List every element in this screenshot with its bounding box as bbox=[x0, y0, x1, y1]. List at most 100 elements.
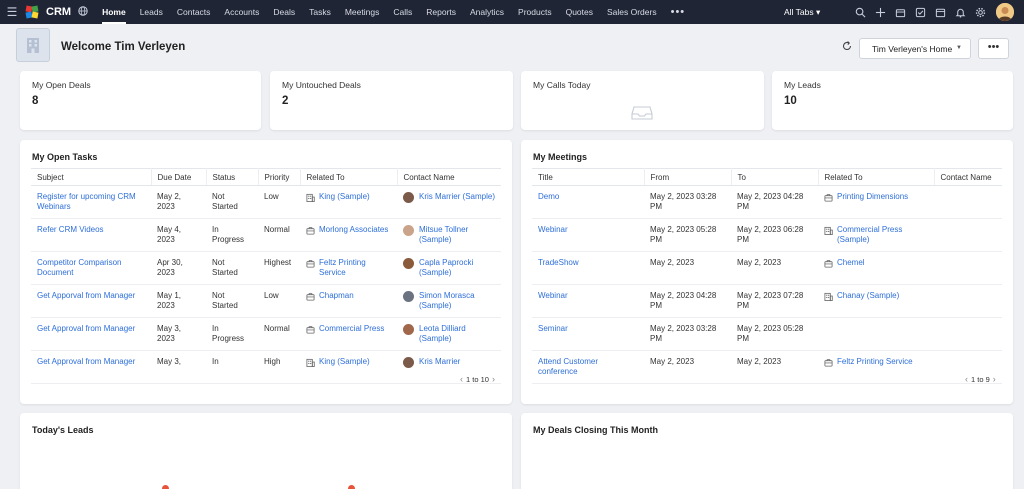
kpi-card-leads[interactable]: My Leads 10 bbox=[772, 71, 1013, 130]
column-header[interactable]: To bbox=[731, 168, 819, 186]
tab-leads[interactable]: Leads bbox=[140, 0, 163, 24]
table-row[interactable]: TradeShow May 2, 2023 May 2, 2023 Chemel bbox=[532, 251, 1002, 285]
tab-tasks[interactable]: Tasks bbox=[309, 0, 331, 24]
related-to-link[interactable]: Chemel bbox=[837, 258, 865, 268]
table-row[interactable]: Competitor Comparison Document Apr 30, 20… bbox=[31, 251, 501, 285]
table-row[interactable]: Demo May 2, 2023 03:28 PM May 2, 2023 04:2… bbox=[532, 185, 1002, 219]
contact-name bbox=[934, 218, 1002, 252]
tab-contacts[interactable]: Contacts bbox=[177, 0, 211, 24]
marketplace-icon[interactable] bbox=[890, 0, 910, 24]
column-header[interactable]: Subject bbox=[31, 168, 152, 186]
kpi-card-open-deals[interactable]: My Open Deals 8 bbox=[20, 71, 261, 130]
task-subject-link[interactable]: Get Apporval from Manager bbox=[37, 291, 135, 300]
tab-products[interactable]: Products bbox=[518, 0, 552, 24]
kpi-card-untouched-deals[interactable]: My Untouched Deals 2 bbox=[270, 71, 513, 130]
gear-icon[interactable] bbox=[970, 0, 990, 24]
contact-name-link[interactable]: Kris Marrier (Sample) bbox=[419, 192, 495, 203]
table-row[interactable]: Get Approval from Manager May 3, In High Kin… bbox=[31, 350, 501, 384]
priority: Normal bbox=[258, 218, 300, 252]
tab-calls[interactable]: Calls bbox=[393, 0, 412, 24]
related-to-link[interactable]: Morlong Associates bbox=[319, 225, 388, 235]
task-subject-link[interactable]: Competitor Comparison Document bbox=[37, 258, 121, 277]
user-avatar[interactable] bbox=[996, 3, 1014, 21]
meeting-title-link[interactable]: Webinar bbox=[538, 291, 568, 300]
meeting-title-link[interactable]: TradeShow bbox=[538, 258, 579, 267]
meeting-title-link[interactable]: Seminar bbox=[538, 324, 568, 333]
column-header[interactable]: Priority bbox=[258, 168, 301, 186]
table-row[interactable]: Webinar May 2, 2023 04:28 PM May 2, 2023 0… bbox=[532, 284, 1002, 318]
contact-name-link[interactable]: Leota Dilliard (Sample) bbox=[419, 324, 495, 344]
tab-home[interactable]: Home bbox=[102, 0, 126, 24]
search-icon[interactable] bbox=[850, 0, 870, 24]
column-header[interactable]: Related To bbox=[300, 168, 398, 186]
table-row[interactable]: Webinar May 2, 2023 05:28 PM May 2, 2023 0… bbox=[532, 218, 1002, 252]
task-subject-link[interactable]: Get Approval from Manager bbox=[37, 357, 135, 366]
column-header[interactable]: From bbox=[644, 168, 732, 186]
tasks-check-icon[interactable] bbox=[910, 0, 930, 24]
task-subject-link[interactable]: Refer CRM Videos bbox=[37, 225, 104, 234]
related-to-link[interactable]: King (Sample) bbox=[319, 357, 370, 367]
related-to-link[interactable]: Commercial Press bbox=[319, 324, 384, 334]
contact-name-link[interactable]: Kris Marrier bbox=[419, 357, 460, 368]
column-header[interactable]: Status bbox=[206, 168, 259, 186]
more-options-button[interactable]: ••• bbox=[978, 38, 1009, 59]
due-date: May 3, bbox=[151, 350, 206, 384]
table-row[interactable]: Attend Customer conference May 2, 2023 May… bbox=[532, 350, 1002, 384]
contact-name-link[interactable]: Capla Paprocki (Sample) bbox=[419, 258, 495, 278]
contact-name-link[interactable]: Mitsue Tollner (Sample) bbox=[419, 225, 495, 245]
task-subject-link[interactable]: Get Approval from Manager bbox=[37, 324, 135, 333]
related-to-link[interactable]: Printing Dimensions bbox=[837, 192, 908, 202]
column-header[interactable]: Contact Name bbox=[397, 168, 501, 186]
table-row[interactable]: Register for upcoming CRM Webinars May 2,… bbox=[31, 185, 501, 219]
related-to: Chemel bbox=[824, 258, 928, 268]
refresh-icon[interactable] bbox=[842, 41, 852, 54]
tab-accounts[interactable]: Accounts bbox=[224, 0, 259, 24]
chevron-right-icon[interactable]: › bbox=[492, 374, 495, 384]
related-to-link[interactable]: Chapman bbox=[319, 291, 354, 301]
chevron-right-icon[interactable]: › bbox=[993, 374, 996, 384]
tab-analytics[interactable]: Analytics bbox=[470, 0, 504, 24]
related-to: Chanay (Sample) bbox=[824, 291, 928, 301]
brand-name[interactable]: CRM bbox=[46, 6, 71, 18]
plus-icon[interactable] bbox=[870, 0, 890, 24]
related-to-link[interactable]: Feltz Printing Service bbox=[319, 258, 391, 278]
chevron-left-icon[interactable]: ‹ bbox=[460, 374, 463, 384]
chevron-left-icon[interactable]: ‹ bbox=[965, 374, 968, 384]
task-subject-link[interactable]: Register for upcoming CRM Webinars bbox=[37, 192, 136, 211]
tab-quotes[interactable]: Quotes bbox=[566, 0, 593, 24]
related-to-link[interactable]: Chanay (Sample) bbox=[837, 291, 899, 301]
kpi-value: 8 bbox=[32, 95, 39, 107]
column-header[interactable]: Related To bbox=[818, 168, 935, 186]
tab-meetings[interactable]: Meetings bbox=[345, 0, 380, 24]
kpi-card-calls-today[interactable]: My Calls Today bbox=[521, 71, 764, 130]
kpi-title: My Untouched Deals bbox=[282, 80, 361, 90]
related-to-link[interactable]: Commercial Press (Sample) bbox=[837, 225, 928, 245]
hamburger-menu-icon[interactable]: ☰ bbox=[4, 5, 20, 19]
priority: Highest bbox=[258, 251, 300, 285]
more-tabs-icon[interactable]: ••• bbox=[671, 0, 686, 24]
related-to-link[interactable]: Feltz Printing Service bbox=[837, 357, 913, 367]
globe-icon[interactable] bbox=[78, 5, 88, 19]
column-header[interactable]: Title bbox=[532, 168, 645, 186]
home-view-select[interactable]: Tim Verleyen's Home ▼ bbox=[859, 38, 971, 59]
table-row[interactable]: Get Approval from Manager May 3, 2023 In P… bbox=[31, 317, 501, 351]
table-row[interactable]: Get Apporval from Manager May 1, 2023 Not … bbox=[31, 284, 501, 318]
calendar-icon[interactable] bbox=[930, 0, 950, 24]
all-tabs-dropdown[interactable]: All Tabs ▾ bbox=[784, 0, 820, 24]
top-navigation-bar: ☰ CRM Home Leads Contacts Accounts Deals… bbox=[0, 0, 1024, 24]
table-row[interactable]: Refer CRM Videos May 4, 2023 In Progress No… bbox=[31, 218, 501, 252]
meeting-title-link[interactable]: Demo bbox=[538, 192, 559, 201]
meeting-title-link[interactable]: Attend Customer conference bbox=[538, 357, 598, 376]
meeting-title-link[interactable]: Webinar bbox=[538, 225, 568, 234]
tab-deals[interactable]: Deals bbox=[273, 0, 295, 24]
bell-icon[interactable] bbox=[950, 0, 970, 24]
related-to-link[interactable]: King (Sample) bbox=[319, 192, 370, 202]
contact: Simon Morasca (Sample) bbox=[403, 291, 495, 311]
tab-reports[interactable]: Reports bbox=[426, 0, 456, 24]
column-header[interactable]: Contact Name bbox=[934, 168, 1002, 186]
contact-name-link[interactable]: Simon Morasca (Sample) bbox=[419, 291, 495, 311]
table-row[interactable]: Seminar May 2, 2023 03:28 PM May 2, 2023 0… bbox=[532, 317, 1002, 351]
column-header[interactable]: Due Date bbox=[151, 168, 207, 186]
tab-sales-orders[interactable]: Sales Orders bbox=[607, 0, 657, 24]
meetings-table: Title From To Related To Contact Name De… bbox=[532, 168, 1002, 384]
